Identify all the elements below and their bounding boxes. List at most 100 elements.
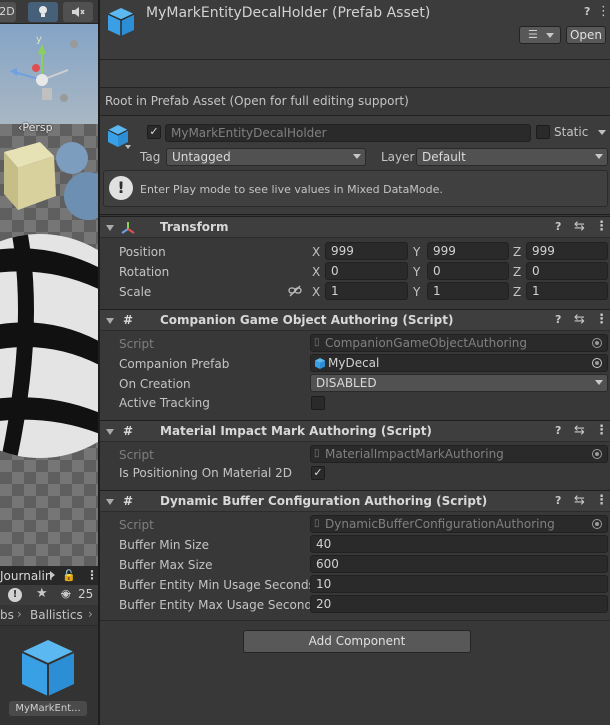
- object-picker-icon: [592, 338, 602, 348]
- scale-z-field[interactable]: 1: [526, 282, 608, 300]
- on-creation-value: DISABLED: [316, 376, 377, 390]
- scale-y-field[interactable]: 1: [427, 282, 509, 300]
- buffer-min-usage-field[interactable]: 10: [310, 575, 608, 593]
- axis-z-label[interactable]: Z: [513, 285, 521, 299]
- scale-x-field[interactable]: 1: [325, 282, 408, 300]
- game-object-header: ✓ MyMarkEntityDecalHolder Static Tag Unt…: [100, 116, 610, 215]
- axis-y-label[interactable]: Y: [413, 285, 420, 299]
- audio-toggle-button[interactable]: [63, 2, 93, 22]
- foldout-arrow-icon[interactable]: [106, 225, 114, 231]
- svg-text:y: y: [36, 34, 42, 45]
- help-icon[interactable]: ?: [555, 220, 561, 233]
- help-icon[interactable]: ?: [555, 313, 561, 326]
- transform-header[interactable]: Transform ? ⇆ ⋮: [100, 216, 610, 238]
- project-tab-title[interactable]: Journalin: [0, 569, 52, 583]
- scene-viewport[interactable]: y ‹Persp: [0, 24, 98, 569]
- position-label[interactable]: Position: [119, 245, 166, 259]
- dynamic-buffer-header[interactable]: # Dynamic Buffer Configuration Authoring…: [100, 490, 610, 512]
- axis-z-label[interactable]: Z: [513, 245, 521, 259]
- presets-icon[interactable]: ⇆: [574, 312, 585, 327]
- asset-name-label[interactable]: MyMarkEnt...: [9, 701, 87, 716]
- axis-y-label[interactable]: Y: [413, 245, 420, 259]
- script-label: Script: [119, 518, 154, 532]
- layer-label: Layer: [381, 150, 415, 164]
- favorites-star-icon[interactable]: ★: [36, 586, 48, 601]
- project-toolbar: ! ★ ◉ 25: [0, 585, 98, 605]
- material-impact-script-value: MaterialImpactMarkAuthoring: [325, 447, 504, 461]
- lock-icon[interactable]: 🔓: [62, 569, 76, 582]
- rotation-x-field[interactable]: 0: [325, 262, 408, 280]
- companion-prefab-value: MyDecal: [328, 356, 380, 370]
- static-dropdown-caret-icon[interactable]: [598, 130, 606, 135]
- material-impact-title: Material Impact Mark Authoring (Script): [160, 424, 432, 438]
- axis-x-label[interactable]: X: [312, 245, 320, 259]
- tag-dropdown[interactable]: Untagged: [166, 148, 366, 166]
- on-creation-dropdown[interactable]: DISABLED: [310, 374, 608, 392]
- active-checkbox[interactable]: ✓: [147, 125, 161, 139]
- dynamic-buffer-title: Dynamic Buffer Configuration Authoring (…: [160, 494, 488, 508]
- tab-menu-icon[interactable]: ⋮: [86, 568, 98, 582]
- hidden-eye-icon[interactable]: ◉: [61, 587, 71, 600]
- help-icon[interactable]: ?: [555, 424, 561, 437]
- game-object-name-field[interactable]: MyMarkEntityDecalHolder: [165, 124, 531, 142]
- axis-z-label[interactable]: Z: [513, 265, 521, 279]
- foldout-arrow-icon[interactable]: [106, 318, 114, 324]
- rotation-z-field[interactable]: 0: [526, 262, 608, 280]
- constrain-proportions-icon[interactable]: [288, 285, 302, 297]
- kebab-menu-icon[interactable]: ⋮: [597, 4, 610, 19]
- rotation-label[interactable]: Rotation: [119, 265, 169, 279]
- help-icon[interactable]: ?: [555, 494, 561, 507]
- foldout-arrow-icon[interactable]: [106, 499, 114, 505]
- presets-icon[interactable]: ⇆: [574, 423, 585, 438]
- companion-script-field: ▯ CompanionGameObjectAuthoring: [310, 334, 608, 352]
- position-y-field[interactable]: 999: [427, 242, 509, 260]
- companion-authoring-header[interactable]: # Companion Game Object Authoring (Scrip…: [100, 309, 610, 331]
- material-impact-header[interactable]: # Material Impact Mark Authoring (Script…: [100, 420, 610, 442]
- buffer-min-size-field[interactable]: 40: [310, 535, 608, 553]
- kebab-menu-icon[interactable]: ⋮: [595, 423, 608, 438]
- prefab-toolbar-strip: [100, 60, 610, 88]
- inspector-title: MyMarkEntityDecalHolder (Prefab Asset): [146, 5, 431, 21]
- breadcrumb-current[interactable]: Ballistics: [30, 608, 83, 622]
- foldout-arrow-icon[interactable]: [106, 429, 114, 435]
- object-picker-icon[interactable]: [592, 358, 602, 368]
- kebab-menu-icon[interactable]: ⋮: [595, 312, 608, 327]
- breadcrumb: bs › Ballistics ›: [0, 605, 98, 626]
- layer-dropdown[interactable]: Default: [416, 148, 608, 166]
- icon-dropdown-caret-icon[interactable]: [125, 145, 131, 149]
- presets-icon[interactable]: ⇆: [574, 493, 585, 508]
- chevron-down-icon: [595, 380, 603, 385]
- prefab-overrides-dropdown[interactable]: ☰: [519, 26, 561, 44]
- kebab-menu-icon[interactable]: ⋮: [595, 219, 608, 234]
- breadcrumb-prev[interactable]: bs: [0, 608, 14, 622]
- projection-label[interactable]: ‹Persp: [18, 121, 53, 134]
- toggle-2d-button[interactable]: 2D: [0, 2, 16, 22]
- axis-x-label[interactable]: X: [312, 265, 320, 279]
- presets-icon[interactable]: ⇆: [574, 219, 585, 234]
- lightbulb-icon: [39, 6, 47, 17]
- scale-label[interactable]: Scale: [119, 285, 151, 299]
- companion-prefab-field[interactable]: MyDecal: [310, 354, 608, 372]
- prefab-cube-icon[interactable]: [20, 638, 76, 698]
- active-tracking-checkbox[interactable]: [311, 396, 325, 410]
- prefab-info-row: Root in Prefab Asset (Open for full edit…: [100, 88, 610, 116]
- script-label: Script: [119, 337, 154, 351]
- console-warning-icon[interactable]: !: [8, 588, 22, 602]
- position-x-field[interactable]: 999: [325, 242, 408, 260]
- positioning-checkbox[interactable]: ✓: [311, 466, 325, 480]
- lighting-toggle-button[interactable]: [28, 2, 58, 22]
- buffer-max-usage-field[interactable]: 20: [310, 595, 608, 613]
- axis-y-label[interactable]: Y: [413, 265, 420, 279]
- script-hash-icon: #: [122, 494, 134, 508]
- axis-x-label[interactable]: X: [312, 285, 320, 299]
- rotation-y-field[interactable]: 0: [427, 262, 509, 280]
- position-z-field[interactable]: 999: [526, 242, 608, 260]
- open-prefab-button[interactable]: Open: [566, 26, 606, 44]
- layer-value: Default: [422, 150, 466, 164]
- buffer-max-size-field[interactable]: 600: [310, 555, 608, 573]
- tab-overflow-icon[interactable]: [50, 571, 55, 579]
- help-icon[interactable]: ?: [584, 5, 590, 18]
- static-checkbox[interactable]: [536, 125, 550, 139]
- add-component-button[interactable]: Add Component: [243, 630, 471, 653]
- kebab-menu-icon[interactable]: ⋮: [595, 493, 608, 508]
